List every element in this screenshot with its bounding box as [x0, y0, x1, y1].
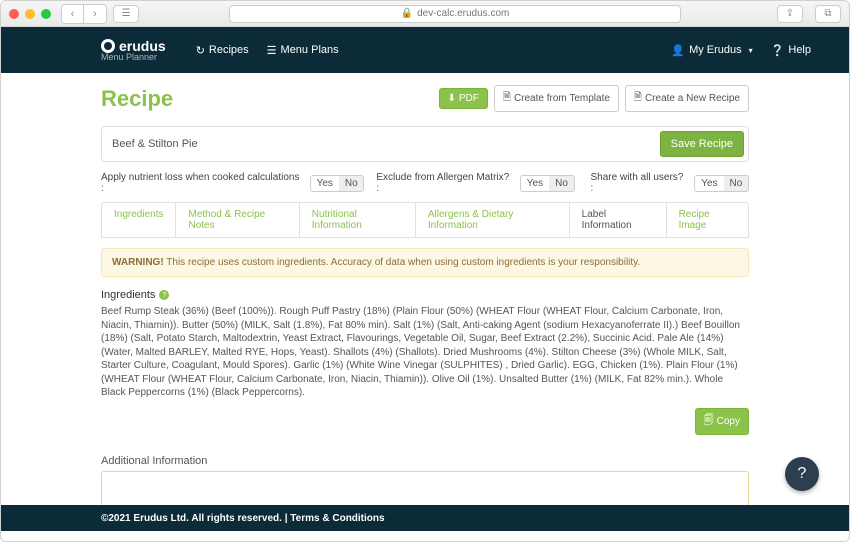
- help-fab[interactable]: ?: [785, 457, 819, 491]
- recipe-name-row: Save Recipe: [101, 126, 749, 162]
- copy-icon: 🗐: [704, 413, 714, 430]
- new-icon: 🗎: [634, 90, 642, 107]
- nav-help[interactable]: ❔ Help: [771, 44, 811, 57]
- page-title: Recipe: [101, 86, 439, 112]
- address-bar[interactable]: 🔒 dev-calc.erudus.com: [229, 5, 681, 23]
- nav-arrows: ‹ ›: [61, 4, 107, 24]
- recipes-icon: ↻: [196, 44, 205, 57]
- tab-nutritional[interactable]: Nutritional Information: [300, 203, 416, 237]
- logo-icon: [101, 39, 115, 53]
- pdf-button[interactable]: ⬇ PDF: [439, 88, 488, 109]
- share-label: Share with all users? :: [591, 172, 689, 194]
- browser-window: ‹ › ☰ 🔒 dev-calc.erudus.com ⇪ ⧉ erudus M…: [0, 0, 850, 542]
- copy-button[interactable]: 🗐 Copy: [695, 408, 749, 435]
- nav-menu-plans[interactable]: ☰ Menu Plans: [267, 44, 339, 57]
- nutrient-loss-no[interactable]: No: [339, 176, 364, 191]
- user-menu[interactable]: 👤 My Erudus: [671, 44, 752, 57]
- tab-method[interactable]: Method & Recipe Notes: [176, 203, 299, 237]
- lock-icon: 🔒: [401, 8, 413, 19]
- help-icon: ❔: [771, 44, 785, 57]
- back-button[interactable]: ‹: [62, 5, 84, 23]
- browser-titlebar: ‹ › ☰ 🔒 dev-calc.erudus.com ⇪ ⧉: [1, 1, 849, 27]
- warning-box: WARNING! This recipe uses custom ingredi…: [101, 248, 749, 277]
- exclude-allergen-toggle[interactable]: Yes No: [520, 175, 575, 192]
- share-toggle[interactable]: Yes No: [694, 175, 749, 192]
- logo-text: erudus: [119, 39, 166, 53]
- window-controls: [9, 9, 51, 19]
- share-button[interactable]: ⇪: [777, 5, 803, 23]
- warning-text: This recipe uses custom ingredients. Acc…: [164, 257, 641, 268]
- maximize-window-icon[interactable]: [41, 9, 51, 19]
- tabs-button[interactable]: ⧉: [815, 5, 841, 23]
- template-icon: 🗎: [503, 90, 511, 107]
- close-window-icon[interactable]: [9, 9, 19, 19]
- nutrient-loss-yes[interactable]: Yes: [311, 176, 339, 191]
- footer-copyright: ©2021 Erudus Ltd. All rights reserved. |: [101, 513, 288, 524]
- exclude-no[interactable]: No: [549, 176, 574, 191]
- url-text: dev-calc.erudus.com: [417, 8, 509, 19]
- download-icon: ⬇: [448, 93, 456, 104]
- app-header: erudus Menu Planner ↻ Recipes ☰ Menu Pla…: [1, 27, 849, 73]
- recipe-name-input[interactable]: [106, 134, 660, 154]
- logo-subtitle: Menu Planner: [101, 53, 166, 62]
- exclude-yes[interactable]: Yes: [521, 176, 549, 191]
- create-from-template-button[interactable]: 🗎 Create from Template: [494, 85, 619, 112]
- nutrient-loss-toggle[interactable]: Yes No: [310, 175, 365, 192]
- menu-plans-icon: ☰: [267, 44, 277, 57]
- tabs: Ingredients Method & Recipe Notes Nutrit…: [101, 202, 749, 238]
- user-icon: 👤: [671, 44, 685, 57]
- sidebar-button[interactable]: ☰: [113, 5, 139, 23]
- tab-label-info[interactable]: Label Information: [570, 203, 667, 237]
- ingredients-section-title: Ingredients ?: [101, 289, 749, 301]
- tab-ingredients[interactable]: Ingredients: [102, 203, 176, 237]
- additional-info-title: Additional Information: [101, 455, 749, 467]
- options-row: Apply nutrient loss when cooked calculat…: [101, 172, 749, 194]
- share-no[interactable]: No: [724, 176, 749, 191]
- create-new-recipe-button[interactable]: 🗎 Create a New Recipe: [625, 85, 749, 112]
- logo[interactable]: erudus Menu Planner: [101, 39, 166, 62]
- tab-allergens[interactable]: Allergens & Dietary Information: [416, 203, 570, 237]
- warning-prefix: WARNING!: [112, 257, 164, 268]
- tab-recipe-image[interactable]: Recipe Image: [667, 203, 748, 237]
- save-recipe-button[interactable]: Save Recipe: [660, 131, 744, 157]
- footer-terms[interactable]: Terms & Conditions: [288, 513, 385, 524]
- info-icon[interactable]: ?: [159, 290, 169, 300]
- footer: ©2021 Erudus Ltd. All rights reserved. |…: [1, 505, 849, 531]
- nutrient-loss-label: Apply nutrient loss when cooked calculat…: [101, 172, 304, 194]
- nav-recipes[interactable]: ↻ Recipes: [196, 44, 249, 57]
- exclude-allergen-label: Exclude from Allergen Matrix? :: [376, 172, 513, 194]
- forward-button[interactable]: ›: [84, 5, 106, 23]
- minimize-window-icon[interactable]: [25, 9, 35, 19]
- ingredients-text: Beef Rump Steak (36%) (Beef (100%)). Rou…: [101, 305, 749, 400]
- share-yes[interactable]: Yes: [695, 176, 723, 191]
